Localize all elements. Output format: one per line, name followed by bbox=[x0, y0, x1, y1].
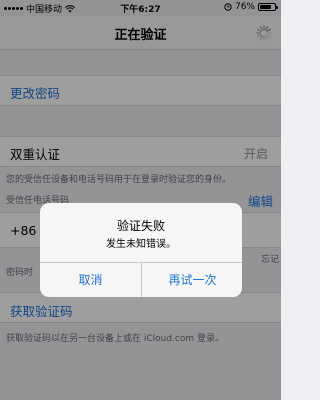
settings-screen: 中国移动 下午6:27 76% 正在验证 更改密码 双重认证 开启 您的受信任设… bbox=[0, 0, 281, 400]
modal-overlay bbox=[0, 0, 281, 400]
alert-title: 验证失败 bbox=[116, 219, 165, 233]
retry-button[interactable]: 再试一次 bbox=[142, 263, 242, 297]
alert-message: 发生未知错误。 bbox=[106, 239, 176, 250]
alert-dialog: 验证失败 发生未知错误。 取消 再试一次 bbox=[40, 203, 242, 297]
cancel-button[interactable]: 取消 bbox=[40, 263, 141, 297]
